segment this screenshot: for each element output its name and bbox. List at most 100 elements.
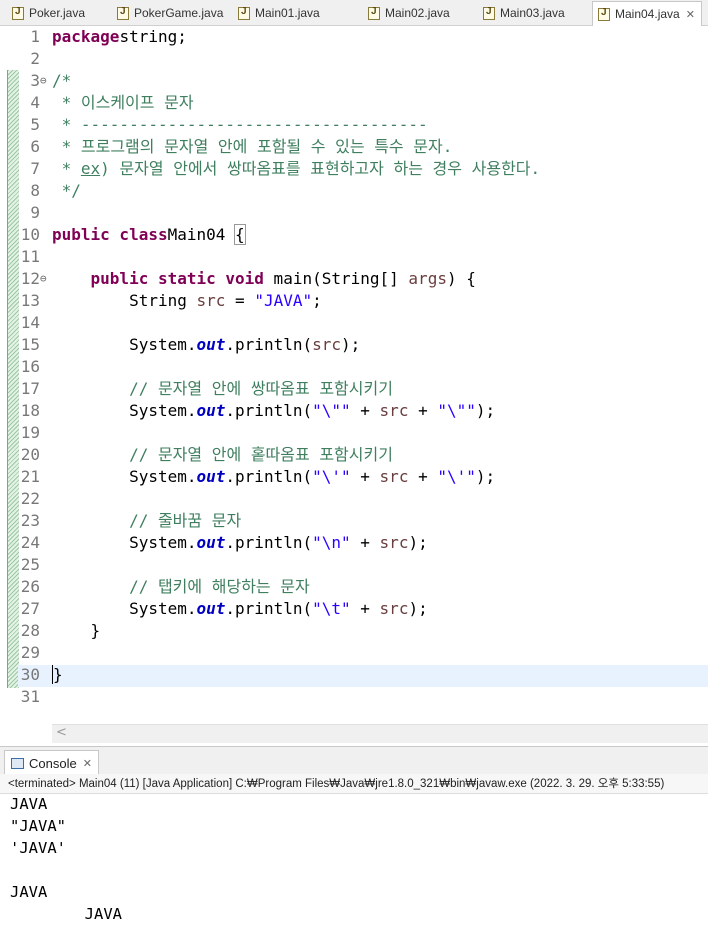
code-token: );: [475, 401, 496, 420]
code-line: 12 ⊖ public static void main(String[] arg…: [0, 268, 708, 290]
code-token: // 탭키에 해당하는 문자: [129, 577, 310, 596]
code-text: System.out.println(src);: [52, 334, 360, 356]
line-number: 11: [20, 247, 40, 266]
tab-main01[interactable]: Main01.java: [238, 2, 320, 24]
line-number: 1: [30, 27, 40, 46]
code-token: args: [408, 269, 447, 288]
console-output-line: JAVA: [10, 905, 122, 923]
code-line: 9: [0, 202, 708, 224]
scroll-left-icon[interactable]: <: [56, 725, 67, 740]
code-line: 24 System.out.println("\n" + src);: [0, 532, 708, 554]
code-token: src: [312, 335, 342, 354]
code-line: 11: [0, 246, 708, 268]
line-number: 29: [20, 643, 40, 662]
code-token: "\"": [437, 401, 476, 420]
code-token: System.: [52, 401, 197, 420]
line-number: 13: [20, 291, 40, 310]
line-number: 31: [20, 687, 40, 706]
tab-label: PokerGame.java: [134, 6, 224, 20]
code-text: }: [52, 664, 63, 686]
code-token: System.: [52, 335, 197, 354]
line-number: 18: [20, 401, 40, 420]
code-token: Main04: [167, 225, 236, 244]
code-token: ) 문자열 안에서 쌍따옴표를 표현하고자 하는 경우 사용한다.: [100, 159, 541, 178]
code-token: );: [341, 335, 361, 354]
code-line: 4 * 이스케이프 문자: [0, 92, 708, 114]
code-token: "\'": [312, 467, 351, 486]
code-token: * ------------------------------------: [52, 115, 428, 134]
line-number: 5: [30, 115, 40, 134]
line-number: 22: [20, 489, 40, 508]
code-text: */: [52, 180, 81, 202]
code-token: System.: [52, 467, 197, 486]
close-icon[interactable]: ✕: [686, 8, 695, 21]
code-token: ;: [312, 291, 322, 310]
horizontal-scrollbar[interactable]: <: [52, 724, 708, 743]
code-token: +: [350, 401, 380, 420]
line-number: 2: [30, 49, 40, 68]
code-text: // 문자열 안에 쌍따옴표 포함시키기: [52, 378, 393, 400]
code-token: );: [475, 467, 496, 486]
code-token: );: [408, 533, 428, 552]
code-token: "\'": [437, 467, 476, 486]
tab-label: Main02.java: [385, 6, 450, 20]
code-token: out: [196, 599, 226, 618]
code-line: 29: [0, 642, 708, 664]
code-text: * 프로그램의 문자열 안에 포함될 수 있는 특수 문자.: [52, 136, 453, 158]
line-number: 12: [20, 269, 40, 288]
line-number: 23: [20, 511, 40, 530]
console-output-line: 'JAVA': [10, 839, 66, 857]
code-token: .println(: [225, 533, 313, 552]
code-token: ex: [80, 159, 101, 178]
code-token: .println(: [225, 599, 313, 618]
tab-label: Main03.java: [500, 6, 565, 20]
line-number: 24: [20, 533, 40, 552]
code-line: 25: [0, 554, 708, 576]
line-number: 14: [20, 313, 40, 332]
line-number: 3: [30, 71, 40, 90]
code-line: 17 // 문자열 안에 쌍따옴표 포함시키기: [0, 378, 708, 400]
line-number: 9: [30, 203, 40, 222]
console-tab-label: Console: [29, 755, 77, 771]
tab-main02[interactable]: Main02.java: [368, 2, 450, 24]
console-status: <terminated> Main04 (11) [Java Applicati…: [0, 774, 708, 794]
tab-pokergame[interactable]: PokerGame.java: [117, 2, 223, 24]
line-number: 8: [30, 181, 40, 200]
console-view-bar: Console ✕: [0, 746, 708, 775]
fold-collapse-icon[interactable]: ⊖: [40, 70, 47, 92]
code-text: System.out.println("\t" + src);: [52, 598, 428, 620]
code-token: public class: [52, 225, 168, 244]
code-text: // 줄바꿈 문자: [52, 510, 241, 532]
code-line: 14: [0, 312, 708, 334]
tab-poker[interactable]: Poker.java: [12, 2, 85, 24]
code-token: }: [52, 621, 101, 640]
console-output-line: JAVA: [10, 883, 48, 901]
code-token: out: [196, 335, 226, 354]
code-text: * 이스케이프 문자: [52, 92, 194, 114]
console-icon: [11, 757, 24, 769]
editor-tab-bar: Poker.java PokerGame.java Main01.java Main0…: [0, 0, 708, 26]
code-token: out: [196, 401, 226, 420]
code-token: package: [52, 27, 120, 46]
code-line: 22: [0, 488, 708, 510]
code-line: 20 // 문자열 안에 홑따옴표 포함시키기: [0, 444, 708, 466]
tab-main04[interactable]: Main04.java ✕: [592, 1, 702, 26]
close-icon[interactable]: ✕: [83, 757, 92, 770]
code-editor[interactable]: 1 packagestring; 2 3 ⊖/* 4 * 이스케이프 문자 5 * ----…: [0, 26, 708, 743]
tab-label: Main04.java: [615, 7, 680, 21]
code-line: 3 ⊖ /*: [0, 70, 708, 92]
code-line: 8 */: [0, 180, 708, 202]
fold-collapse-icon[interactable]: ⊖: [40, 268, 47, 290]
code-token: out: [196, 533, 226, 552]
code-token: "\n": [312, 533, 351, 552]
code-text: * ------------------------------------: [52, 114, 428, 136]
java-file-icon: [238, 6, 250, 20]
line-number: 17: [20, 379, 40, 398]
tab-main03[interactable]: Main03.java: [483, 2, 565, 24]
code-line: 13 String src = "JAVA";: [0, 290, 708, 312]
line-number: 27: [20, 599, 40, 618]
code-token: public static void: [90, 269, 264, 288]
console-tab[interactable]: Console ✕: [4, 750, 99, 775]
line-number: 10: [20, 225, 40, 244]
